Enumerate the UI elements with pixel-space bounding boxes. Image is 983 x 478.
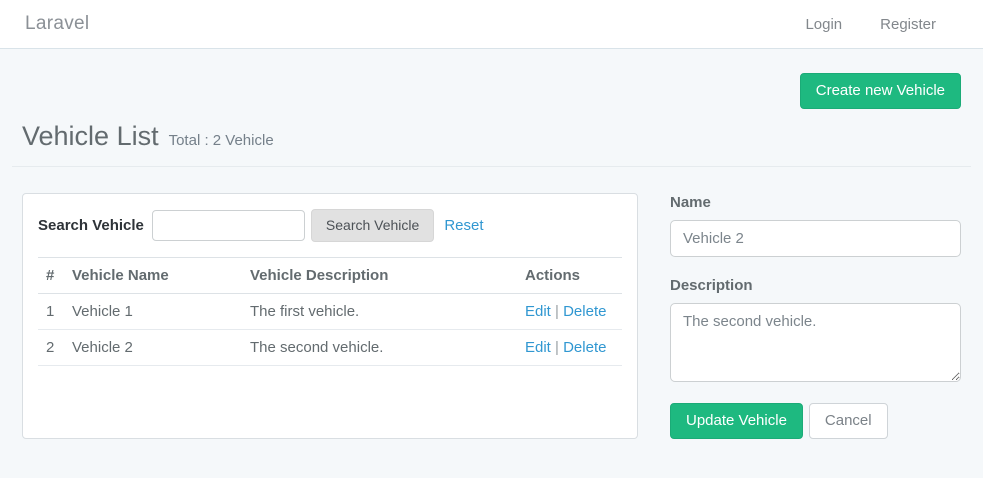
- header-actions: Actions: [517, 257, 622, 293]
- name-label: Name: [670, 194, 961, 211]
- edit-link[interactable]: Edit: [525, 303, 551, 320]
- name-field[interactable]: [670, 220, 961, 257]
- reset-link[interactable]: Reset: [444, 217, 483, 234]
- vehicle-table: # Vehicle Name Vehicle Description Actio…: [38, 257, 622, 366]
- brand-link[interactable]: Laravel: [25, 13, 89, 35]
- main-container: Create new Vehicle Vehicle List Total : …: [0, 73, 983, 439]
- delete-link[interactable]: Delete: [563, 339, 606, 356]
- description-label: Description: [670, 277, 961, 294]
- action-separator: |: [551, 303, 563, 320]
- cell-actions: Edit | Delete: [517, 293, 622, 329]
- header-num: #: [38, 257, 64, 293]
- cancel-button[interactable]: Cancel: [809, 403, 888, 439]
- vehicle-table-body: 1Vehicle 1The first vehicle.Edit | Delet…: [38, 293, 622, 365]
- form-buttons: Update Vehicle Cancel: [670, 403, 961, 439]
- page-title: Vehicle List: [22, 121, 159, 152]
- vehicle-list-card: Search Vehicle Search Vehicle Reset # Ve…: [22, 193, 638, 439]
- cell-actions: Edit | Delete: [517, 329, 622, 365]
- edit-link[interactable]: Edit: [525, 339, 551, 356]
- page-header: Vehicle List Total : 2 Vehicle: [22, 121, 961, 152]
- cell-num: 1: [38, 293, 64, 329]
- create-vehicle-button[interactable]: Create new Vehicle: [800, 73, 961, 109]
- update-vehicle-button[interactable]: Update Vehicle: [670, 403, 803, 439]
- table-row: 1Vehicle 1The first vehicle.Edit | Delet…: [38, 293, 622, 329]
- nav-links: Login Register: [805, 16, 958, 33]
- cell-num: 2: [38, 329, 64, 365]
- search-label: Search Vehicle: [38, 217, 144, 234]
- delete-link[interactable]: Delete: [563, 303, 606, 320]
- table-header-row: # Vehicle Name Vehicle Description Actio…: [38, 257, 622, 293]
- register-link[interactable]: Register: [880, 16, 936, 33]
- header-vehicle-name: Vehicle Name: [64, 257, 242, 293]
- page-divider: [12, 166, 971, 167]
- page-subtitle: Total : 2 Vehicle: [169, 132, 274, 149]
- cell-vehicle-description: The first vehicle.: [242, 293, 517, 329]
- search-row: Search Vehicle Search Vehicle Reset: [38, 209, 622, 257]
- cell-vehicle-name: Vehicle 2: [64, 329, 242, 365]
- action-separator: |: [551, 339, 563, 356]
- header-vehicle-description: Vehicle Description: [242, 257, 517, 293]
- cell-vehicle-description: The second vehicle.: [242, 329, 517, 365]
- cell-vehicle-name: Vehicle 1: [64, 293, 242, 329]
- navbar: Laravel Login Register: [0, 0, 983, 49]
- table-row: 2Vehicle 2The second vehicle.Edit | Dele…: [38, 329, 622, 365]
- content-row: Search Vehicle Search Vehicle Reset # Ve…: [22, 193, 961, 439]
- vehicle-form: Name Description The second vehicle. Upd…: [670, 193, 961, 439]
- login-link[interactable]: Login: [805, 16, 842, 33]
- search-button[interactable]: Search Vehicle: [311, 209, 434, 242]
- top-actions: Create new Vehicle: [22, 73, 961, 109]
- description-field[interactable]: The second vehicle.: [670, 303, 961, 382]
- search-input[interactable]: [152, 210, 305, 241]
